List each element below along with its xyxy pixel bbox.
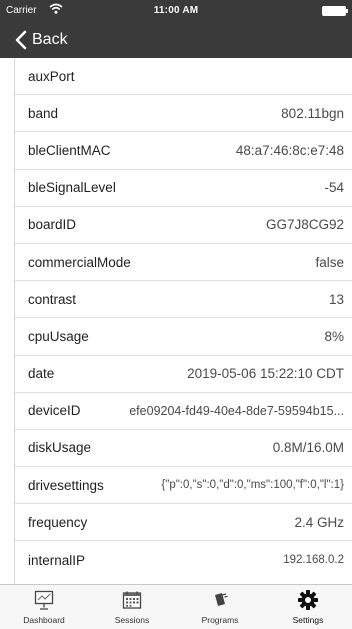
list-item-value: 48:a7:46:8c:e7:48 — [235, 142, 344, 158]
list-item[interactable]: deviceID efe09204-fd49-40e4-8de7-59594b15… — [15, 393, 352, 430]
dashboard-icon — [33, 589, 55, 611]
list-item-value: 2019-05-06 15:22:10 CDT — [187, 366, 344, 382]
list-item-value: GG7J8CG92 — [265, 217, 344, 233]
status-bar: Carrier 11:00 AM — [0, 0, 352, 22]
list-item-value: efe09204-fd49-40e4-8de7-59594b15... — [129, 403, 344, 418]
list-item[interactable]: drivesettings {"p":0,"s":0,"d":0,"ms":100… — [15, 467, 352, 505]
list-item-key: cpuUsage — [28, 328, 89, 344]
list-item-value: -54 — [324, 180, 344, 196]
list-item-key: boardID — [28, 217, 77, 233]
list-item[interactable]: internalIP 192.168.0.2 — [15, 541, 352, 578]
list-item-value: 13 — [328, 291, 344, 307]
list-item[interactable]: band 802.11bgn — [15, 95, 352, 133]
back-button[interactable]: Back — [12, 28, 68, 52]
list-item-key: drivesettings — [28, 477, 104, 493]
list-item-key: contrast — [28, 291, 77, 307]
list-item[interactable]: date 2019-05-06 15:22:10 CDT — [15, 356, 352, 393]
list-item-key: bleSignalLevel — [28, 180, 116, 196]
chevron-left-icon — [12, 29, 32, 51]
list-item[interactable]: bleSignalLevel -54 — [15, 170, 352, 207]
list-item-value: 0.8M/16.0M — [272, 440, 344, 456]
tab-label: Settings — [292, 615, 324, 625]
list-item[interactable]: contrast 13 — [15, 281, 352, 319]
list-item-value: {"p":0,"s":0,"d":0,"ms":100,"f":0,"l":1} — [161, 479, 344, 492]
list-item-value: false — [315, 254, 344, 270]
list-item-value: 192.168.0.2 — [283, 554, 344, 567]
tab-programs[interactable]: Programs — [176, 585, 264, 629]
list-item-key: band — [28, 105, 59, 121]
list-item-key: diskUsage — [28, 440, 92, 456]
clock: 11:00 AM — [153, 5, 199, 16]
tab-dashboard[interactable]: Dashboard — [0, 585, 88, 629]
list-item[interactable]: commercialMode false — [15, 244, 352, 282]
tab-sessions[interactable]: Sessions — [88, 585, 176, 629]
back-label: Back — [32, 31, 68, 48]
list-item-value: 8% — [324, 328, 344, 344]
list-item-key: deviceID — [28, 403, 81, 419]
gear-icon — [297, 589, 319, 611]
navigation-bar: Back — [0, 22, 352, 58]
list-item-key: commercialMode — [28, 254, 131, 270]
list-item-value: 2.4 GHz — [294, 514, 344, 530]
battery-icon — [322, 6, 348, 16]
list-item-key: date — [28, 366, 55, 382]
list-item-value: 802.11bgn — [281, 105, 344, 121]
tab-settings[interactable]: Settings — [264, 585, 352, 629]
tab-bar: Dashboard Sessions Programs Settings — [0, 584, 352, 629]
tab-label: Sessions — [114, 615, 150, 625]
list-item[interactable]: boardID GG7J8CG92 — [15, 207, 352, 244]
list-item[interactable]: auxPort — [15, 58, 352, 96]
list-item[interactable]: frequency 2.4 GHz — [15, 504, 352, 542]
tab-label: Dashboard — [23, 615, 65, 625]
list-item[interactable]: diskUsage 0.8M/16.0M — [15, 430, 352, 468]
device-info-list[interactable]: auxPort band 802.11bgn bleClientMAC 48:a7:46… — [14, 58, 352, 584]
list-item-key: auxPort — [28, 68, 75, 84]
tab-label: Programs — [201, 615, 239, 625]
list-item[interactable]: cpuUsage 8% — [15, 318, 352, 356]
list-item-key: bleClientMAC — [28, 142, 111, 158]
calendar-icon — [121, 589, 143, 611]
list-item[interactable]: bleClientMAC 48:a7:46:8c:e7:48 — [15, 132, 352, 170]
list-item-key: internalIP — [28, 552, 86, 568]
list-item-key: frequency — [28, 514, 88, 530]
programs-icon — [209, 589, 231, 611]
